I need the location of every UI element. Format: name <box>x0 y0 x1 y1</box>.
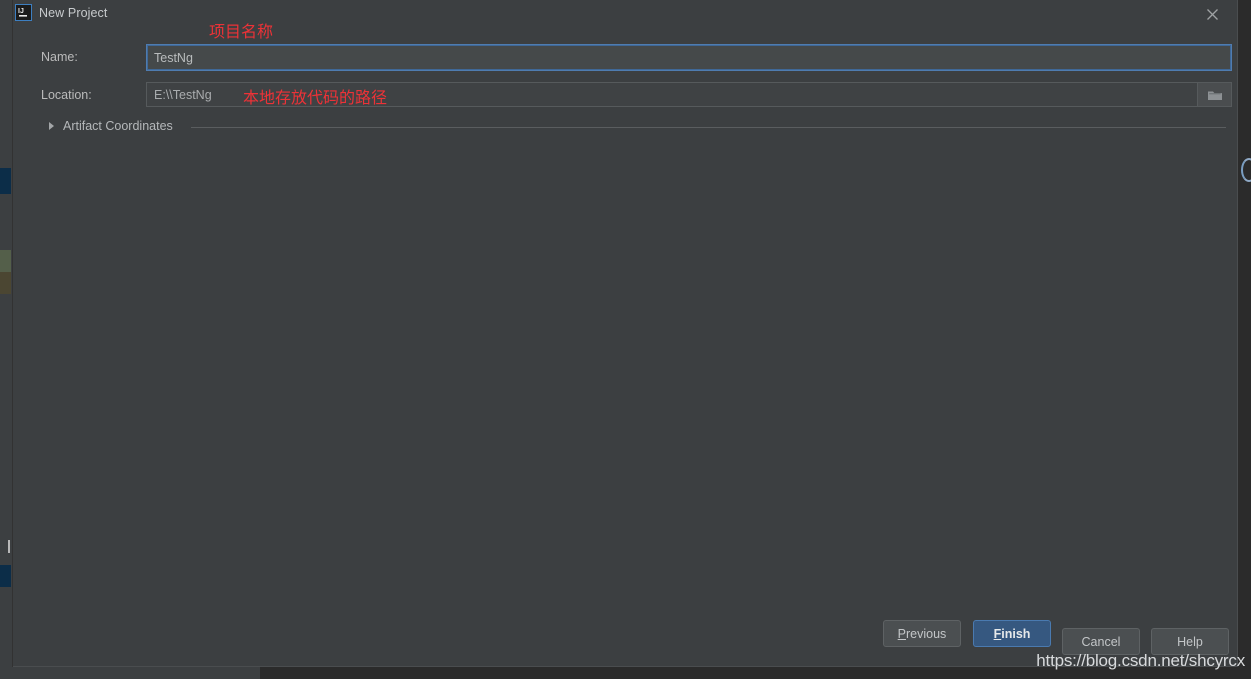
close-icon[interactable] <box>1193 0 1231 28</box>
dialog-title: New Project <box>39 6 108 20</box>
ide-text-caret <box>8 540 10 553</box>
section-divider <box>191 127 1226 128</box>
finish-button[interactable]: Finish <box>973 620 1051 647</box>
project-name-input[interactable] <box>146 44 1232 71</box>
ide-editor-marker <box>0 272 11 294</box>
ide-bottom-left-strip <box>0 667 260 679</box>
location-row: Location: <box>13 82 1238 107</box>
new-project-dialog: IJ New Project Name: Location: <box>13 0 1238 667</box>
cancel-button-label: Cancel <box>1081 634 1121 649</box>
previous-button[interactable]: Previous <box>883 620 961 647</box>
artifact-coordinates-section[interactable]: Artifact Coordinates <box>13 118 1238 136</box>
location-label: Location: <box>41 88 92 102</box>
ide-background-bubble <box>1241 158 1251 182</box>
dialog-titlebar: IJ New Project <box>13 0 1237 28</box>
help-button-label: Help <box>1177 634 1203 649</box>
previous-button-mnemonic: P <box>897 626 907 641</box>
annotation-project-name: 项目名称 <box>209 22 274 41</box>
ide-editor-marker <box>0 565 11 587</box>
svg-text:IJ: IJ <box>18 8 24 15</box>
finish-button-label: inish <box>1001 626 1031 641</box>
finish-button-mnemonic: F <box>993 626 1002 641</box>
annotation-project-location: 本地存放代码的路径 <box>243 88 388 107</box>
artifact-coordinates-label: Artifact Coordinates <box>63 119 173 133</box>
name-label: Name: <box>41 50 78 64</box>
chevron-right-icon[interactable] <box>49 122 54 130</box>
watermark-url: https://blog.csdn.net/shcyrcx <box>1036 651 1245 670</box>
ide-editor-marker <box>0 250 11 272</box>
ide-editor-marker <box>0 168 11 194</box>
intellij-idea-icon: IJ <box>15 4 32 21</box>
folder-browse-icon[interactable] <box>1197 83 1231 106</box>
previous-button-label: revious <box>906 626 947 641</box>
name-row: Name: <box>13 44 1238 71</box>
